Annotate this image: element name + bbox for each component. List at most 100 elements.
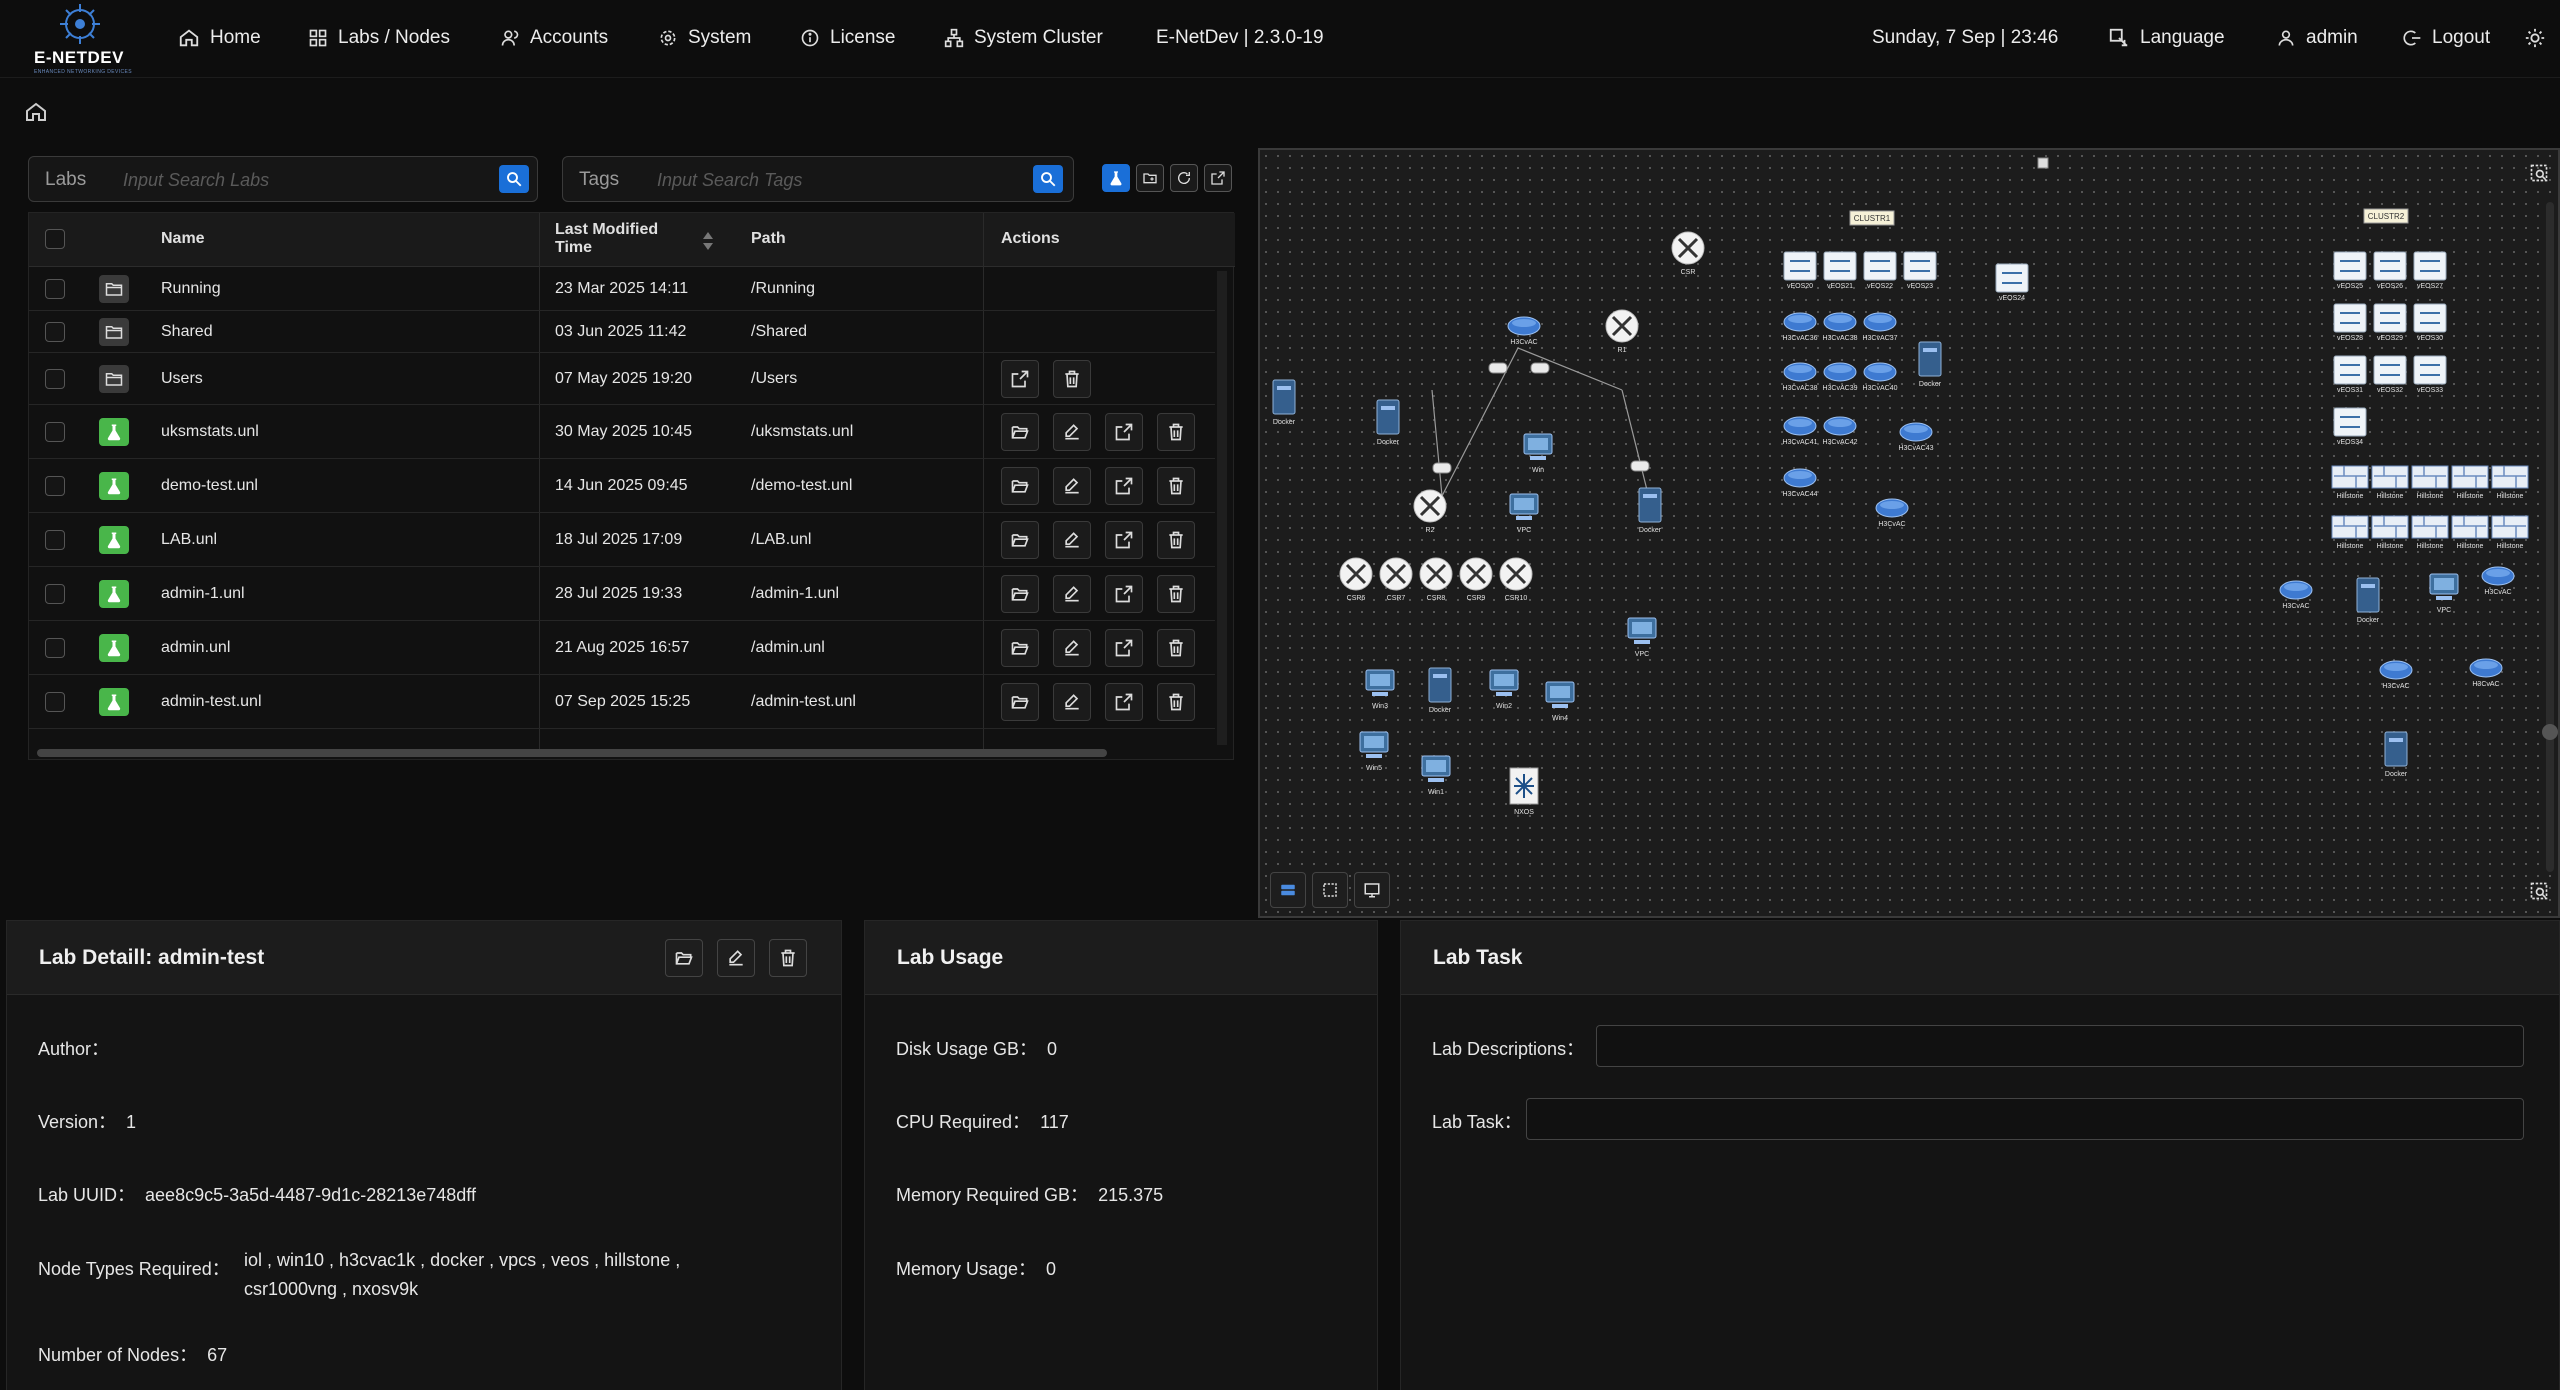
row-name[interactable]: uksmstats.unl: [161, 423, 259, 441]
nexus-node-icon[interactable]: [1509, 767, 1539, 805]
switch-node-icon[interactable]: [2333, 355, 2367, 385]
row-share-button[interactable]: [1105, 575, 1143, 613]
column-name[interactable]: Name: [161, 230, 205, 248]
row-edit-button[interactable]: [1053, 521, 1091, 559]
row-share-button[interactable]: [1001, 360, 1039, 398]
router-node-icon[interactable]: [1459, 557, 1493, 591]
table-row[interactable]: Shared 03 Jun 2025 11:42/Shared: [29, 311, 1215, 353]
table-row[interactable]: Running 23 Mar 2025 14:11/Running: [29, 267, 1215, 311]
docker-node-icon[interactable]: [1376, 399, 1400, 435]
row-delete-button[interactable]: [1157, 575, 1195, 613]
row-open-button[interactable]: [1001, 467, 1039, 505]
row-name[interactable]: admin.unl: [161, 639, 230, 657]
h3c-node-icon[interactable]: [2481, 566, 2515, 586]
row-checkbox[interactable]: [45, 369, 65, 389]
cluster-label[interactable]: CLUSTR2: [2363, 208, 2409, 224]
nav-labs-nodes[interactable]: Labs / Nodes: [308, 27, 450, 49]
switch-node-icon[interactable]: [1863, 251, 1897, 281]
refresh-button[interactable]: [1170, 164, 1198, 192]
firewall-node-icon[interactable]: [2451, 515, 2489, 539]
table-row[interactable]: admin-test.unl 07 Sep 2025 15:25/admin-te…: [29, 675, 1215, 729]
h3c-node-icon[interactable]: [1823, 312, 1857, 332]
nav-license[interactable]: License: [800, 27, 896, 49]
row-open-button[interactable]: [1001, 521, 1039, 559]
pc-node-icon[interactable]: [1523, 433, 1553, 460]
topology-diagram[interactable]: CSR R1 R2 H3CvAC Docker Docker Docker Win VPC VPC…: [1260, 150, 2558, 916]
row-delete-button[interactable]: [1053, 360, 1091, 398]
firewall-node-icon[interactable]: [2331, 515, 2369, 539]
table-row[interactable]: LAB.unl 18 Jul 2025 17:09/LAB.unl: [29, 513, 1215, 567]
table-row[interactable]: uksmstats.unl 30 May 2025 10:45/uksmstats…: [29, 405, 1215, 459]
sort-icon[interactable]: [701, 229, 715, 253]
topology-device-button[interactable]: [1270, 872, 1306, 908]
topology-link[interactable]: [1431, 389, 1443, 497]
router-node-icon[interactable]: [1499, 557, 1533, 591]
pc-node-icon[interactable]: [1489, 669, 1519, 696]
row-share-button[interactable]: [1105, 521, 1143, 559]
row-checkbox[interactable]: [45, 530, 65, 550]
switch-node-icon[interactable]: [2333, 303, 2367, 333]
import-button[interactable]: [1204, 164, 1232, 192]
router-node-icon[interactable]: [1339, 557, 1373, 591]
pc-node-icon[interactable]: [2429, 573, 2459, 600]
pc-node-icon[interactable]: [1627, 617, 1657, 644]
row-checkbox[interactable]: [45, 422, 65, 442]
row-name[interactable]: LAB.unl: [161, 531, 217, 549]
pc-node-icon[interactable]: [1421, 755, 1451, 782]
switch-node-icon[interactable]: [2333, 407, 2367, 437]
nav-home[interactable]: Home: [178, 27, 261, 49]
row-share-button[interactable]: [1105, 413, 1143, 451]
pc-node-icon[interactable]: [1509, 493, 1539, 520]
row-delete-button[interactable]: [1157, 467, 1195, 505]
row-delete-button[interactable]: [1157, 629, 1195, 667]
table-row[interactable]: admin.unl 21 Aug 2025 16:57/admin.unl: [29, 621, 1215, 675]
lab-descriptions-input[interactable]: [1596, 1025, 2524, 1067]
row-edit-button[interactable]: [1053, 467, 1091, 505]
switch-node-icon[interactable]: [2373, 251, 2407, 281]
switch-node-icon[interactable]: [2373, 355, 2407, 385]
h3c-node-icon[interactable]: [2379, 660, 2413, 680]
nav-logout[interactable]: Logout: [2402, 27, 2490, 49]
pc-node-icon[interactable]: [1545, 681, 1575, 708]
row-name[interactable]: Shared: [161, 323, 213, 341]
router-node-icon[interactable]: [1413, 489, 1447, 523]
router-node-icon[interactable]: [1605, 309, 1639, 343]
row-checkbox[interactable]: [45, 476, 65, 496]
docker-node-icon[interactable]: [2356, 577, 2380, 613]
h3c-node-icon[interactable]: [1783, 312, 1817, 332]
firewall-node-icon[interactable]: [2371, 515, 2409, 539]
firewall-node-icon[interactable]: [2491, 465, 2529, 489]
row-delete-button[interactable]: [1157, 521, 1195, 559]
h3c-node-icon[interactable]: [1899, 422, 1933, 442]
pc-node-icon[interactable]: [1359, 731, 1389, 758]
zoom-fit-button[interactable]: [2524, 158, 2554, 188]
switch-node-icon[interactable]: [1995, 263, 2029, 293]
row-share-button[interactable]: [1105, 467, 1143, 505]
table-row[interactable]: Users 07 May 2025 19:20/Users: [29, 353, 1215, 405]
firewall-node-icon[interactable]: [2411, 465, 2449, 489]
delete-lab-button[interactable]: [769, 939, 807, 977]
row-delete-button[interactable]: [1157, 683, 1195, 721]
h3c-node-icon[interactable]: [2279, 580, 2313, 600]
row-edit-button[interactable]: [1053, 575, 1091, 613]
row-open-button[interactable]: [1001, 413, 1039, 451]
switch-node-icon[interactable]: [2373, 303, 2407, 333]
zoom-reset-button[interactable]: [2524, 876, 2554, 906]
switch-node-icon[interactable]: [1783, 251, 1817, 281]
app-logo[interactable]: E-NETDEV ENHANCED NETWORKING DEVICES: [24, 0, 136, 78]
add-lab-button[interactable]: [1102, 164, 1130, 192]
row-name[interactable]: admin-test.unl: [161, 693, 262, 711]
select-all-checkbox[interactable]: [45, 229, 65, 249]
h3c-node-icon[interactable]: [1783, 416, 1817, 436]
topology-zoom-track[interactable]: [2542, 202, 2558, 872]
nav-accounts[interactable]: Accounts: [500, 27, 608, 49]
theme-toggle[interactable]: [2524, 27, 2546, 49]
firewall-node-icon[interactable]: [2331, 465, 2369, 489]
row-edit-button[interactable]: [1053, 413, 1091, 451]
column-modified-line1[interactable]: Last Modified: [555, 221, 658, 239]
docker-node-icon[interactable]: [1638, 487, 1662, 523]
table-row[interactable]: demo-test.unl 14 Jun 2025 09:45/demo-test…: [29, 459, 1215, 513]
row-checkbox[interactable]: [45, 584, 65, 604]
add-folder-button[interactable]: [1136, 164, 1164, 192]
nav-language[interactable]: Language: [2108, 27, 2225, 49]
